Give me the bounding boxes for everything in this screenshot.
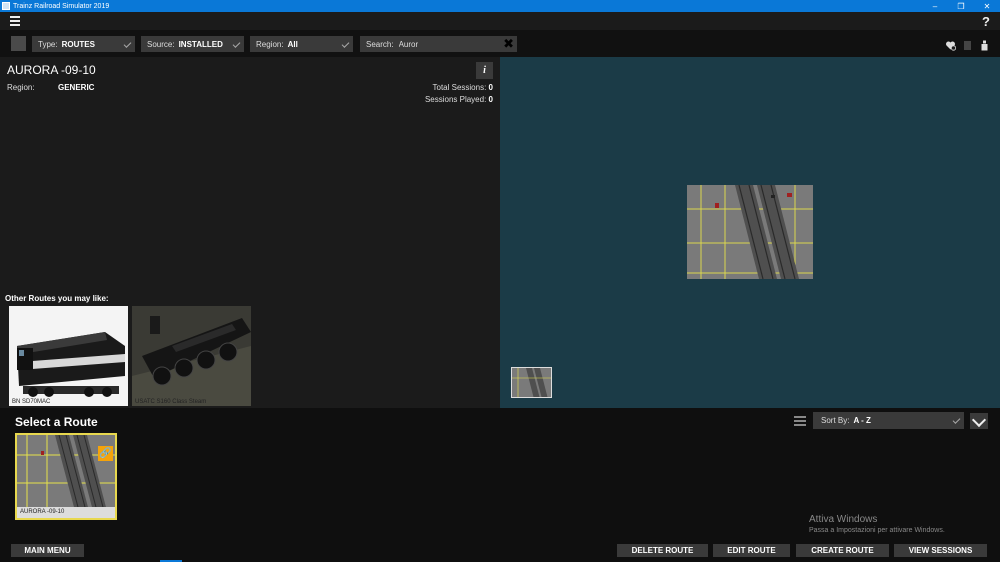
source-label: Source: — [147, 39, 175, 49]
route-region-label: Region: — [7, 83, 35, 92]
windows-activation-watermark: Attiva Windows Passa a Impostazioni per … — [809, 514, 945, 534]
user-icon[interactable] — [979, 38, 990, 51]
chevron-down-icon — [123, 40, 132, 48]
steam-locomotive-thumbnail — [132, 306, 251, 406]
recommendation-card[interactable]: USATC S160 Class Steam — [132, 306, 251, 406]
clear-search-icon[interactable]: ✖ — [503, 37, 514, 50]
total-sessions-value: 0 — [488, 83, 493, 92]
hamburger-menu-icon[interactable] — [10, 16, 20, 26]
search-input[interactable] — [398, 39, 499, 49]
select-all-toggle[interactable] — [11, 36, 26, 51]
main-menu-button[interactable]: MAIN MENU — [11, 544, 84, 557]
create-route-button[interactable]: CREATE ROUTE — [796, 544, 889, 557]
search-label: Search: — [366, 39, 394, 49]
total-sessions-label: Total Sessions: — [432, 83, 487, 92]
chevron-down-icon — [952, 416, 961, 424]
window-title: Trainz Railroad Simulator 2019 — [13, 2, 110, 10]
sort-dropdown[interactable]: Sort By: A - Z — [813, 412, 964, 429]
recommendations-label: Other Routes you may like: — [5, 294, 109, 303]
search-box: Search: ✖ — [360, 36, 517, 52]
minimap[interactable] — [511, 367, 552, 398]
region-label: Region: — [256, 39, 284, 49]
delete-route-button[interactable]: DELETE ROUTE — [617, 544, 708, 557]
source-dropdown[interactable]: Source: INSTALLED — [141, 36, 244, 52]
footer-bar: MAIN MENU DELETE ROUTE EDIT ROUTE CREATE… — [0, 541, 1000, 562]
locomotive-thumbnail — [9, 306, 128, 406]
link-icon: 🔗 — [98, 446, 113, 461]
region-value: All — [287, 39, 298, 49]
select-route-title: Select a Route — [15, 415, 98, 429]
view-sessions-button[interactable]: VIEW SESSIONS — [894, 544, 987, 557]
recommendation-card[interactable]: BN SD70MAC — [9, 306, 128, 406]
sort-label: Sort By: — [821, 416, 850, 425]
filter-icon[interactable] — [962, 38, 973, 50]
route-map-preview[interactable] — [687, 185, 813, 279]
sessions-played-label: Sessions Played: — [424, 95, 487, 104]
chevron-down-icon — [341, 40, 350, 48]
recommendation-caption: BN SD70MAC — [12, 399, 51, 405]
sort-value: A - Z — [853, 416, 871, 425]
type-label: Type: — [38, 39, 58, 49]
route-stats: Total Sessions: 0 Sessions Played: 0 — [425, 82, 493, 106]
list-view-icon[interactable] — [794, 416, 806, 428]
help-icon[interactable]: ? — [982, 14, 990, 29]
route-card-caption: AURORA -09-10 — [17, 507, 115, 518]
edit-route-button[interactable]: EDIT ROUTE — [713, 544, 790, 557]
chevron-down-icon — [232, 40, 241, 48]
close-icon[interactable]: ✕ — [974, 0, 1000, 12]
recommendation-caption: USATC S160 Class Steam — [135, 399, 207, 405]
source-value: INSTALLED — [178, 39, 223, 49]
collapse-panel-icon[interactable] — [970, 413, 988, 429]
favorites-icon[interactable] — [945, 38, 957, 51]
toolbar-icons — [945, 38, 990, 51]
route-info-panel: AURORA -09-10 Region: GENERIC i Total Se… — [0, 57, 500, 408]
maximize-icon[interactable]: ❐ — [948, 0, 974, 12]
type-value: ROUTES — [61, 39, 95, 49]
region-dropdown[interactable]: Region: All — [250, 36, 353, 52]
menu-bar: ? — [0, 12, 1000, 31]
filter-bar: Type: ROUTES Source: INSTALLED Region: A… — [0, 31, 1000, 57]
watermark-line1: Attiva Windows — [809, 514, 878, 525]
route-title: AURORA -09-10 — [7, 63, 96, 77]
window-titlebar: Trainz Railroad Simulator 2019 – ❐ ✕ — [0, 0, 1000, 12]
info-icon[interactable]: i — [476, 62, 493, 79]
window-controls: – ❐ ✕ — [922, 0, 1000, 12]
app-icon — [2, 2, 10, 10]
minimize-icon[interactable]: – — [922, 0, 948, 12]
sessions-played-value: 0 — [488, 95, 493, 104]
route-card[interactable]: 🔗 AURORA -09-10 — [15, 433, 117, 520]
watermark-line2: Passa a Impostazioni per attivare Window… — [809, 527, 945, 534]
type-dropdown[interactable]: Type: ROUTES — [32, 36, 135, 52]
map-panel[interactable] — [500, 57, 1000, 408]
route-selection-area: Select a Route Sort By: A - Z 🔗 AURORA -… — [0, 408, 1000, 541]
route-region-value: GENERIC — [58, 83, 95, 92]
